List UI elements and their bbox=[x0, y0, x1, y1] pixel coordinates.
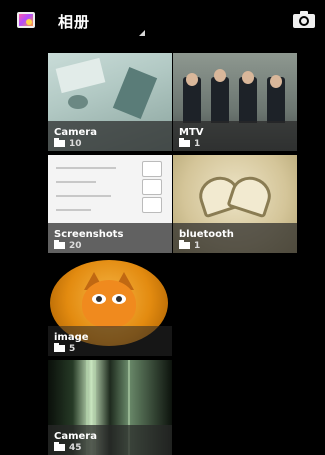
album-count: 1 bbox=[194, 241, 201, 251]
album-count: 20 bbox=[69, 241, 82, 251]
album-tile-bluetooth[interactable]: bluetooth 1 bbox=[173, 155, 297, 253]
album-count: 10 bbox=[69, 139, 82, 149]
folder-icon bbox=[54, 240, 65, 249]
album-tile-camera-2[interactable]: Camera 45 bbox=[48, 360, 172, 455]
album-tile-image[interactable]: image 5 bbox=[48, 258, 172, 356]
album-count: 1 bbox=[194, 139, 201, 149]
album-name: bluetooth bbox=[179, 229, 234, 240]
folder-icon bbox=[54, 138, 65, 147]
album-tile-camera[interactable]: Camera 10 bbox=[48, 53, 172, 151]
folder-icon bbox=[179, 240, 190, 249]
album-name: Camera bbox=[54, 431, 97, 442]
album-title[interactable]: 相册 bbox=[58, 11, 90, 32]
album-name: image bbox=[54, 332, 89, 343]
album-tile-mtv[interactable]: MTV 1 bbox=[173, 53, 297, 151]
gallery-app-icon[interactable] bbox=[17, 12, 35, 28]
album-count: 5 bbox=[69, 344, 76, 354]
action-bar: 相册 bbox=[0, 0, 325, 40]
album-name: MTV bbox=[179, 127, 204, 138]
album-count: 45 bbox=[69, 443, 82, 453]
folder-icon bbox=[54, 343, 65, 352]
camera-icon[interactable] bbox=[293, 11, 315, 29]
album-name: Screenshots bbox=[54, 229, 124, 240]
folder-icon bbox=[179, 138, 190, 147]
album-name: Camera bbox=[54, 127, 97, 138]
dropdown-triangle-icon[interactable] bbox=[139, 30, 145, 36]
folder-icon bbox=[54, 442, 65, 451]
album-tile-screenshots[interactable]: Screenshots 20 bbox=[48, 155, 172, 253]
